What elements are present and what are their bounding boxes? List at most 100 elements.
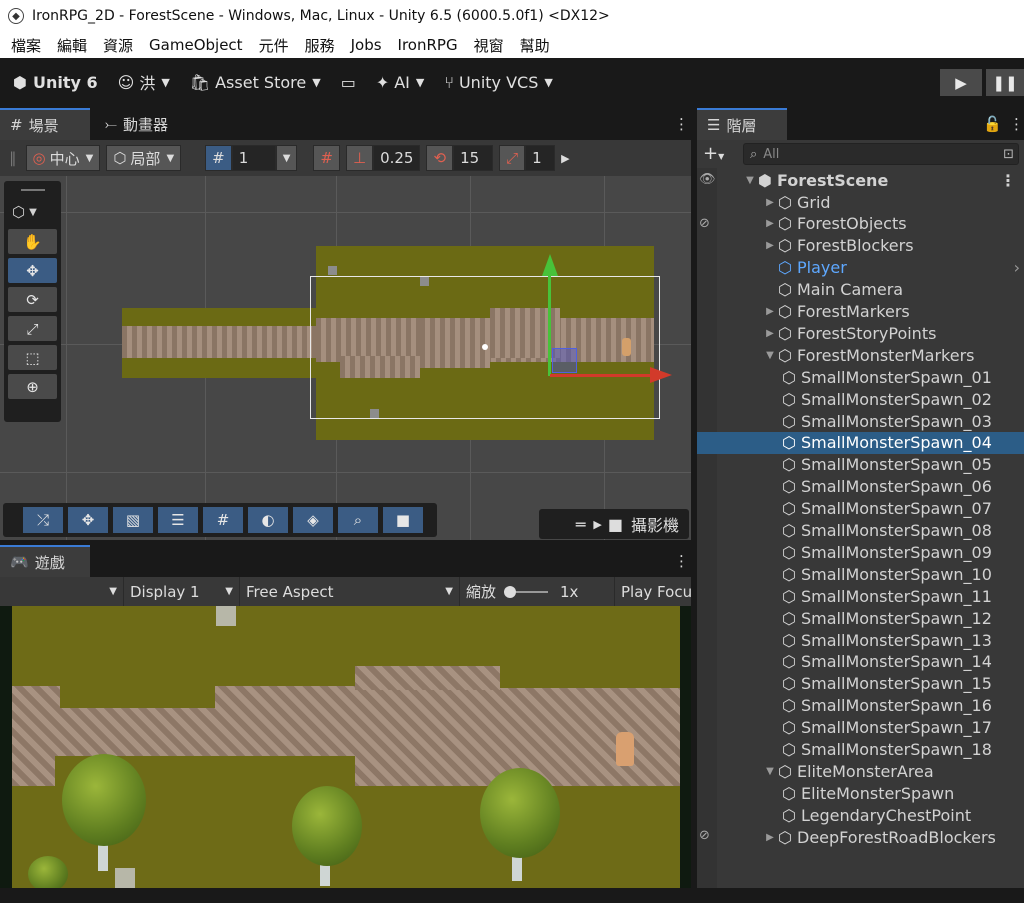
menu-help[interactable]: 幫助: [513, 35, 559, 56]
package-button[interactable]: ▭: [334, 67, 363, 97]
sliders-toggle[interactable]: ☰: [158, 507, 198, 533]
rotate-snap-field[interactable]: 15: [453, 145, 494, 171]
hierarchy-item[interactable]: ⬡ SmallMonsterSpawn_01: [697, 366, 1024, 388]
play-button[interactable]: ▶: [940, 69, 982, 96]
scene-more-menu-icon[interactable]: ⋮: [664, 108, 699, 140]
expand-arrow-icon[interactable]: ▶: [763, 197, 777, 208]
unity-button[interactable]: ⬢ Unity 6: [6, 67, 105, 97]
move-gizmo-y-axis[interactable]: [548, 272, 551, 376]
grid-toggle-button[interactable]: #: [205, 145, 232, 171]
expand-arrow-icon[interactable]: ▶: [763, 832, 777, 843]
hierarchy-item[interactable]: ▼ ⬡ EliteMonsterArea: [697, 760, 1024, 782]
hierarchy-item[interactable]: ▶ ⬡ ForestStoryPoints: [697, 322, 1024, 344]
hierarchy-item[interactable]: ⬡ SmallMonsterSpawn_06: [697, 476, 1024, 498]
hierarchy-item[interactable]: ⬡ SmallMonsterSpawn_09: [697, 541, 1024, 563]
camera-overlay-button[interactable]: ═ ▶ ■ 攝影機: [539, 509, 689, 539]
hierarchy-item[interactable]: ⬡ SmallMonsterSpawn_16: [697, 695, 1024, 717]
menu-window[interactable]: 視窗: [467, 35, 513, 56]
game-view[interactable]: [0, 606, 691, 888]
grid-toggle[interactable]: #: [203, 507, 243, 533]
pause-button[interactable]: ❚❚: [986, 69, 1024, 96]
account-dropdown[interactable]: ☺ 洪 ▼: [111, 67, 177, 97]
menu-file[interactable]: 檔案: [4, 35, 50, 56]
move-tool-button[interactable]: ✥: [8, 258, 57, 283]
lighting-toggle[interactable]: ◐: [248, 507, 288, 533]
menu-ironrpg[interactable]: IronRPG: [391, 36, 467, 54]
hierarchy-item[interactable]: ⬡ SmallMonsterSpawn_11: [697, 585, 1024, 607]
tab-hierarchy[interactable]: ☰ 階層: [697, 108, 787, 140]
hierarchy-more-menu-icon[interactable]: ⋮: [999, 108, 1024, 140]
display-dropdown[interactable]: Display 1 ▼: [124, 577, 240, 606]
layers-toggle[interactable]: ◈: [293, 507, 333, 533]
scene-view[interactable]: [0, 176, 691, 540]
tab-animator[interactable]: ⤚ 動畫器: [95, 108, 178, 140]
camera-toggle[interactable]: ■: [383, 507, 423, 533]
hierarchy-item[interactable]: ⬡ SmallMonsterSpawn_04: [697, 431, 1024, 454]
hierarchy-item[interactable]: ▶ ⬡ ForestBlockers: [697, 235, 1024, 257]
game-more-menu-icon[interactable]: ⋮: [664, 545, 699, 577]
hierarchy-item[interactable]: ⬡ SmallMonsterSpawn_13: [697, 629, 1024, 651]
expand-arrow-icon[interactable]: ▶: [763, 218, 777, 229]
shuffle-toggle[interactable]: ⤮: [23, 507, 63, 533]
pivot-dropdown[interactable]: ◎ 中心 ▼: [25, 145, 101, 171]
grid-size-field[interactable]: 1: [231, 145, 276, 171]
grid-snap-button[interactable]: #: [313, 145, 340, 171]
transform-tool-button[interactable]: ⊕: [8, 374, 57, 399]
expand-arrow-icon[interactable]: ▶: [763, 240, 777, 251]
hierarchy-item[interactable]: ▶ ⬡ ForestMarkers: [697, 301, 1024, 323]
move-gizmo-x-arrow-icon[interactable]: [650, 367, 672, 383]
hierarchy-item[interactable]: ⬡ SmallMonsterSpawn_05: [697, 454, 1024, 476]
hierarchy-item[interactable]: ⬡ SmallMonsterSpawn_15: [697, 673, 1024, 695]
slider-handle[interactable]: [504, 585, 517, 598]
player-sprite[interactable]: [622, 338, 631, 356]
tab-scene[interactable]: # 場景: [0, 108, 90, 140]
rect-tool-button[interactable]: ⬚: [8, 345, 57, 370]
search-toggle[interactable]: ⌕: [338, 507, 378, 533]
hierarchy-item[interactable]: ▼ ⬡ ForestMonsterMarkers: [697, 344, 1024, 366]
prefab-open-chevron-icon[interactable]: ›: [1014, 258, 1020, 277]
move-toggle[interactable]: ✥: [68, 507, 108, 533]
rotate-tool-button[interactable]: ⟳: [8, 287, 57, 312]
move-gizmo-plane-handle[interactable]: [552, 348, 577, 373]
ai-dropdown[interactable]: ✦ AI ▼: [369, 67, 432, 97]
asset-store-dropdown[interactable]: 🛍 Asset Store ▼: [183, 67, 328, 97]
hierarchy-item[interactable]: ⬡ SmallMonsterSpawn_17: [697, 717, 1024, 739]
add-object-button[interactable]: +▼: [703, 143, 731, 165]
hand-tool-button[interactable]: ✋: [8, 229, 57, 254]
game-mode-dropdown[interactable]: ▼: [0, 577, 124, 606]
scale-tool-button[interactable]: ⤢: [8, 316, 57, 341]
expand-arrow-icon[interactable]: ▼: [763, 766, 777, 777]
hierarchy-item[interactable]: ⬡ Main Camera: [697, 279, 1024, 301]
hierarchy-item[interactable]: ⬡ SmallMonsterSpawn_02: [697, 388, 1024, 410]
menu-gameobject[interactable]: GameObject: [142, 36, 252, 54]
hierarchy-item[interactable]: ⬡ SmallMonsterSpawn_18: [697, 739, 1024, 761]
tab-game[interactable]: 🎮 遊戲: [0, 545, 90, 577]
hierarchy-item[interactable]: ⬡ SmallMonsterSpawn_10: [697, 563, 1024, 585]
expand-arrow-icon[interactable]: ▶: [763, 306, 777, 317]
view-tool-dropdown[interactable]: ⬡ ▼: [4, 199, 61, 225]
play-focus-dropdown[interactable]: Play Focu: [615, 577, 691, 606]
fx-toggle[interactable]: ▧: [113, 507, 153, 533]
increment-snap-button[interactable]: ⊥: [346, 145, 374, 171]
hierarchy-item[interactable]: ⬡ SmallMonsterSpawn_08: [697, 520, 1024, 542]
scale-snap-button[interactable]: ⤢: [499, 145, 526, 171]
rotate-snap-button[interactable]: ⟲: [426, 145, 454, 171]
move-gizmo-y-arrow-icon[interactable]: [542, 254, 558, 276]
player-character[interactable]: [616, 732, 634, 766]
hierarchy-item[interactable]: ⬡ SmallMonsterSpawn_12: [697, 607, 1024, 629]
hierarchy-item[interactable]: ⬡ Player ›: [697, 257, 1024, 279]
menu-services[interactable]: 服務: [298, 35, 344, 56]
scale-slider[interactable]: 縮放 1x: [460, 577, 615, 606]
vcs-dropdown[interactable]: ⑂ Unity VCS ▼: [437, 67, 559, 97]
search-input[interactable]: ⌕ All ⊡: [743, 143, 1019, 165]
aspect-dropdown[interactable]: Free Aspect ▼: [240, 577, 460, 606]
hierarchy-item[interactable]: ⬡ SmallMonsterSpawn_07: [697, 498, 1024, 520]
expand-arrow-icon[interactable]: ▶: [763, 328, 777, 339]
menu-assets[interactable]: 資源: [96, 35, 142, 56]
search-filter-icon[interactable]: ⊡: [1003, 147, 1014, 162]
move-gizmo-x-axis[interactable]: [550, 374, 650, 377]
toolbar-overflow-arrow-icon[interactable]: ▶: [561, 152, 569, 165]
hierarchy-item[interactable]: ⬡ EliteMonsterSpawn: [697, 782, 1024, 804]
move-snap-field[interactable]: 0.25: [373, 145, 421, 171]
scene-more-icon[interactable]: ⋮: [1000, 171, 1016, 190]
